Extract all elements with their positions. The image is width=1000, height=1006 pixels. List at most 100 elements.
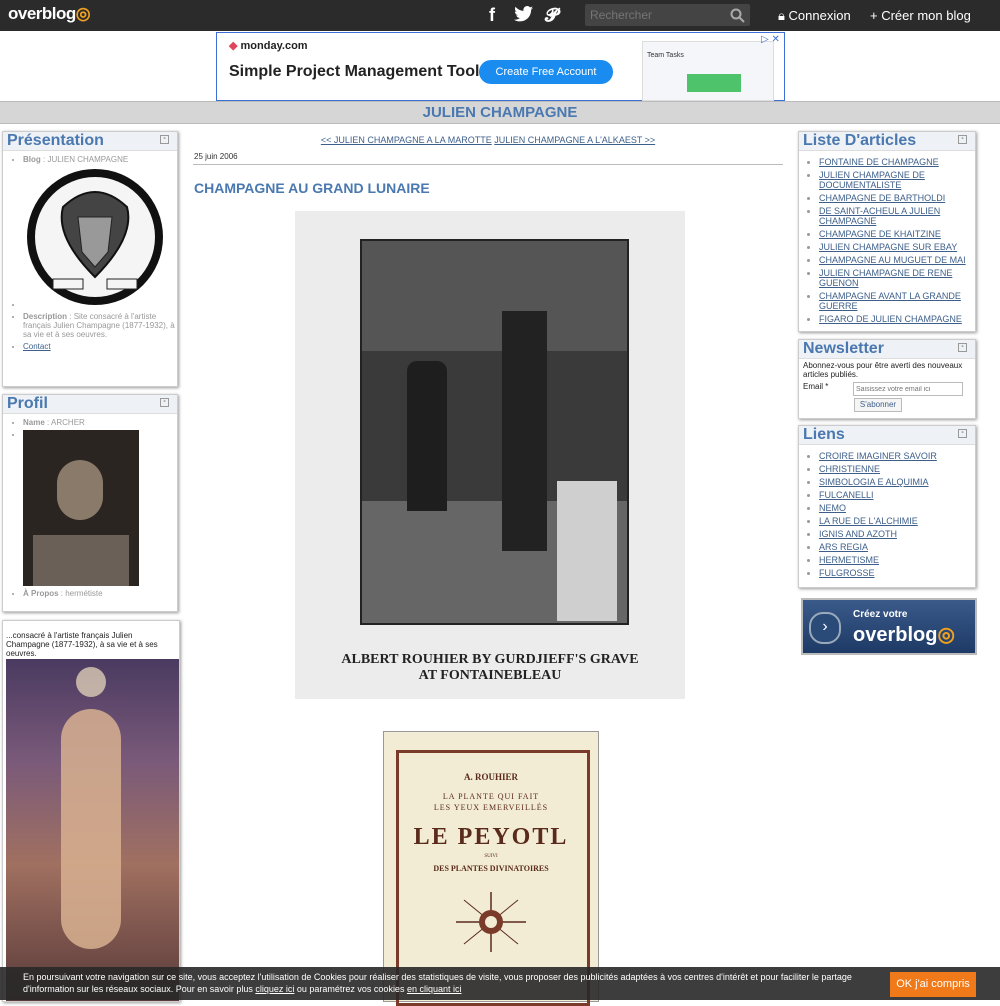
side-text: ...consacré à l'artiste français Julien … [6, 631, 158, 658]
liens-link[interactable]: HERMETISME [819, 555, 879, 565]
collapse-icon[interactable]: - [958, 135, 967, 144]
overblog-swirl-icon: ◎ [937, 624, 955, 646]
search-input[interactable] [585, 4, 750, 26]
lock-icon: 🔒︎ [778, 8, 785, 23]
liens-link[interactable]: ARS REGIA [819, 542, 868, 552]
plus-icon: + [870, 8, 878, 23]
cookie-settings-link[interactable]: en cliquant ici [407, 984, 462, 994]
article-list-item: JULIEN CHAMPAGNE DE RENE GUENON [819, 268, 975, 288]
liens-link[interactable]: CHRISTIENNE [819, 464, 880, 474]
article-list-item: CHAMPAGNE AU MUGUET DE MAI [819, 255, 975, 265]
newsletter-title-text: Newsletter [803, 340, 884, 357]
liens-item: CHRISTIENNE [819, 464, 975, 474]
connexion-label: Connexion [788, 8, 851, 23]
collapse-icon[interactable]: - [160, 135, 169, 144]
side-painting [6, 659, 179, 1001]
cookie-text: En poursuivant votre navigation sur ce s… [23, 971, 878, 995]
articles-list-box: Liste D'articles - FONTAINE DE CHAMPAGNE J… [798, 131, 976, 332]
create-blog-label: Créer mon blog [881, 8, 971, 23]
contact-link[interactable]: Contact [23, 342, 51, 351]
article-date: 25 juin 2006 [194, 152, 238, 161]
article-list-link[interactable]: JULIEN CHAMPAGNE DE DOCUMENTALISTE [819, 170, 925, 190]
overblog-logo[interactable]: overblog◎ [8, 4, 91, 24]
liens-item: NEMO [819, 503, 975, 513]
email-input[interactable] [853, 382, 963, 396]
promo-line2: overblog◎ [853, 622, 955, 647]
article-list-link[interactable]: FONTAINE DE CHAMPAGNE [819, 157, 939, 167]
article-list-item: JULIEN CHAMPAGNE DE DOCUMENTALISTE [819, 170, 975, 190]
liens-link[interactable]: NEMO [819, 503, 846, 513]
article-list-link[interactable]: JULIEN CHAMPAGNE SUR EBAY [819, 242, 957, 252]
create-overblog-banner[interactable]: › Créez votre overblog◎ [801, 598, 977, 655]
liens-title: Liens - [799, 426, 975, 445]
facebook-icon[interactable]: f [489, 5, 495, 26]
article-list-link[interactable]: CHAMPAGNE DE KHAITZINE [819, 229, 941, 239]
ad-mock-status [687, 74, 741, 92]
liens-link[interactable]: IGNIS AND AZOTH [819, 529, 897, 539]
side-image-box: ...consacré à l'artiste français Julien … [2, 620, 180, 1002]
ad-screenshot: Team Tasks [642, 41, 774, 101]
article-nav: << JULIEN CHAMPAGNE A LA MAROTTE JULIEN … [193, 135, 783, 145]
article-list-link[interactable]: FIGARO DE JULIEN CHAMPAGNE [819, 314, 962, 324]
ad-close-icon[interactable]: ▷ ✕ [761, 34, 780, 45]
liens-title-text: Liens [803, 426, 845, 443]
promo-line2-text: overblog [853, 624, 938, 646]
article-list-link[interactable]: CHAMPAGNE AVANT LA GRANDE GUERRE [819, 291, 961, 311]
liens-link[interactable]: CROIRE IMAGINER SAVOIR [819, 451, 937, 461]
next-article-link[interactable]: JULIEN CHAMPAGNE A L'ALKAEST >> [494, 135, 655, 145]
top-bar: overblog◎ f 𝓟 🔒︎ Connexion + Créer mon b… [0, 0, 1000, 31]
article-list-item: CHAMPAGNE AVANT LA GRANDE GUERRE [819, 291, 975, 311]
subscribe-button[interactable]: S'abonner [854, 398, 902, 412]
book-subtitle-1: LA PLANTE QUI FAIT [442, 792, 540, 801]
divider [193, 164, 783, 165]
book-cover: A. ROUHIER LA PLANTE QUI FAIT LES YEUX E… [383, 731, 599, 1006]
articles-list-title-text: Liste D'articles [803, 132, 917, 149]
cookie-info-link[interactable]: cliquez ici [255, 984, 294, 994]
liens-item: CROIRE IMAGINER SAVOIR [819, 451, 975, 461]
avatar-item [23, 430, 177, 586]
blog-value: JULIEN CHAMPAGNE [47, 155, 129, 164]
liens-link[interactable]: FULCANELLI [819, 490, 874, 500]
article-list-item: JULIEN CHAMPAGNE SUR EBAY [819, 242, 975, 252]
articles-list-title: Liste D'articles - [799, 132, 975, 151]
logo-text: overblog [8, 4, 76, 23]
ad-banner[interactable]: ◆ monday.com Simple Project Management T… [216, 32, 785, 101]
article-list-link[interactable]: CHAMPAGNE DE BARTHOLDI [819, 193, 945, 203]
cookie-mid-text: ou paramétrez vos cookies [296, 984, 405, 994]
article-list-item: FONTAINE DE CHAMPAGNE [819, 157, 975, 167]
prev-article-link[interactable]: << JULIEN CHAMPAGNE A LA MAROTTE [321, 135, 492, 145]
chevron-right-icon: › [809, 612, 841, 644]
logo-swirl-icon: ◎ [75, 4, 91, 23]
contact-item: Contact [23, 342, 177, 351]
article-list-item: CHAMPAGNE DE KHAITZINE [819, 229, 975, 239]
blog-header: JULIEN CHAMPAGNE [0, 101, 1000, 124]
liens-link[interactable]: LA RUE DE L'ALCHIMIE [819, 516, 918, 526]
article-list-link[interactable]: JULIEN CHAMPAGNE DE RENE GUENON [819, 268, 952, 288]
search-icon[interactable] [730, 8, 745, 28]
create-blog-link[interactable]: + Créer mon blog [870, 8, 971, 23]
article-photo: ALBERT ROUHIER BY GURDJIEFF'S GRAVE AT F… [295, 211, 685, 699]
liens-box: Liens - CROIRE IMAGINER SAVOIR CHRISTIENNE… [798, 425, 976, 588]
article-title[interactable]: CHAMPAGNE AU GRAND LUNAIRE [194, 180, 430, 196]
description-item: Description : Site consacré à l'artiste … [23, 312, 177, 339]
pinterest-icon[interactable]: 𝓟 [545, 5, 558, 26]
article-list-item: CHAMPAGNE DE BARTHOLDI [819, 193, 975, 203]
collapse-icon[interactable]: - [958, 429, 967, 438]
ad-cta-button[interactable]: Create Free Account [479, 60, 613, 84]
collapse-icon[interactable]: - [160, 398, 169, 407]
blog-title[interactable]: JULIEN CHAMPAGNE [423, 104, 578, 121]
connexion-link[interactable]: 🔒︎ Connexion [778, 8, 851, 24]
monday-logo-icon: ◆ [229, 40, 238, 52]
liens-link[interactable]: SIMBOLOGIA E ALQUIMIA [819, 477, 929, 487]
cookie-accept-button[interactable]: OK j'ai compris [890, 972, 976, 997]
liens-link[interactable]: FULGROSSE [819, 568, 875, 578]
photo-caption-line2: AT FONTAINEBLEAU [418, 668, 562, 683]
champagne-emblem-icon [27, 169, 163, 305]
collapse-icon[interactable]: - [958, 343, 967, 352]
article-list-link[interactable]: DE SAINT-ACHEUL A JULIEN CHAMPAGNE [819, 206, 940, 226]
book-suivi: SUIVI [484, 854, 498, 859]
twitter-icon[interactable] [514, 5, 534, 28]
article-list-link[interactable]: CHAMPAGNE AU MUGUET DE MAI [819, 255, 966, 265]
apropos-label: À Propos [23, 589, 59, 598]
book-subtitle-3: DES PLANTES DIVINATOIRES [433, 864, 549, 873]
